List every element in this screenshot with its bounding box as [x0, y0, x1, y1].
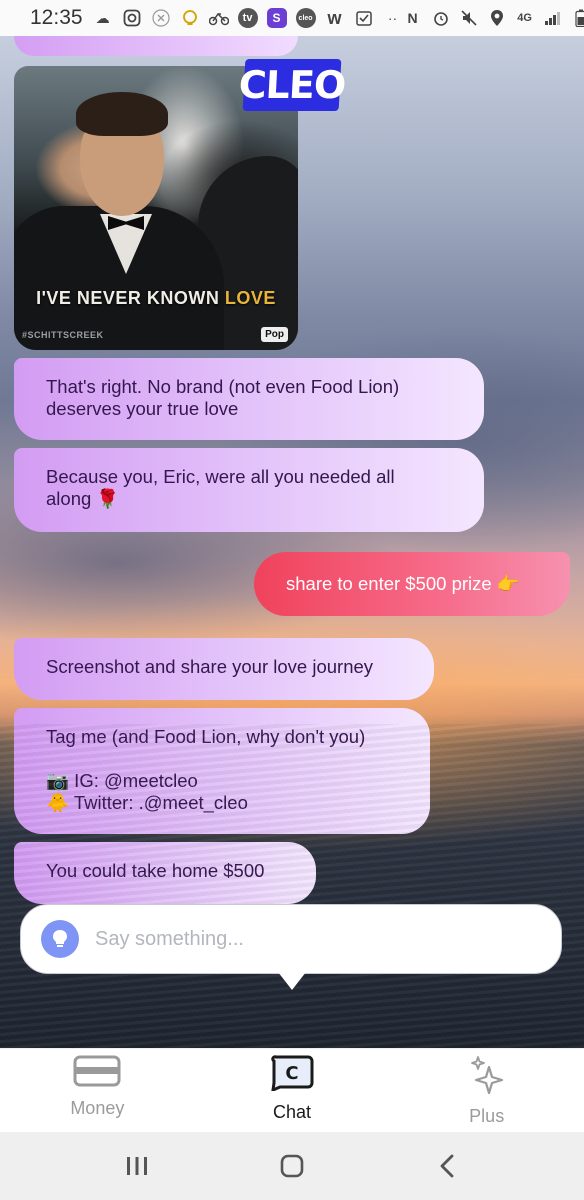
nav-label: Chat [272, 1102, 312, 1122]
user-message-share-button[interactable]: share to enter $500 prize 👉 [254, 552, 570, 616]
message-input[interactable] [95, 927, 515, 951]
gif-caption: I'VE NEVER KNOWN LOVE [14, 288, 298, 309]
bottom-nav: Money C Chat Plus [0, 1048, 584, 1132]
chat-area[interactable]: I'VE NEVER KNOWN LOVE #SCHITTSCREEK Pop … [0, 36, 584, 1048]
nav-item-chat[interactable]: C Chat [195, 1049, 390, 1132]
nav-label: Money [70, 1098, 125, 1118]
cleo-message[interactable]: You could take home $500 [14, 842, 316, 904]
nav-item-money[interactable]: Money [0, 1049, 195, 1132]
cleo-message[interactable]: Because you, Eric, were all you needed a… [14, 448, 484, 532]
message-text: You could take home $500 [46, 860, 265, 881]
cleo-app-icon: cleo [295, 8, 316, 28]
instagram-icon [122, 8, 142, 28]
s-app-icon: S [266, 8, 287, 28]
back-button[interactable] [427, 1146, 467, 1186]
x-circle-icon [151, 8, 171, 28]
nav-item-plus[interactable]: Plus [389, 1049, 584, 1132]
cleo-message[interactable]: Tag me (and Food Lion, why don't you) 📷 … [14, 708, 430, 834]
cleo-message[interactable]: That's right. No brand (not even Food Li… [14, 358, 484, 440]
cloud-icon: ☁ [95, 9, 110, 26]
tv-icon: tv [237, 8, 258, 28]
location-icon [487, 8, 507, 28]
status-time: 12:35 [30, 6, 83, 29]
mute-icon [459, 8, 479, 28]
pop-tv-logo: Pop [261, 327, 288, 342]
gif-caption-accent: LOVE [224, 288, 276, 308]
4g-lte-icon: 4G [517, 12, 532, 24]
message-text: That's right. No brand (not even Food Li… [46, 376, 400, 419]
status-icons-left: ☁ tv S cleo w ·· [93, 8, 403, 28]
cleo-badge: CLEO [238, 59, 346, 111]
message-text: Because you, Eric, were all you needed a… [46, 466, 395, 509]
w-app-icon: w [327, 7, 342, 28]
more-dots-icon: ·· [387, 10, 398, 26]
lightbulb-icon[interactable] [41, 920, 79, 958]
sparkle-icon [469, 1055, 505, 1100]
chat-c-icon: C [270, 1055, 314, 1096]
status-icons-right: N 4G [403, 8, 584, 28]
nav-label: Plus [469, 1106, 505, 1126]
cleo-message[interactable]: Screenshot and share your love journey [14, 638, 434, 700]
message-text: share to enter $500 prize 👉 [286, 573, 520, 594]
recent-apps-button[interactable] [117, 1146, 157, 1186]
svg-text:C: C [285, 1063, 298, 1084]
message-bubble-partial [14, 36, 298, 56]
message-composer[interactable] [20, 904, 562, 974]
gif-hair [76, 92, 168, 136]
status-bar: 12:35 ☁ tv S cleo w ·· N 4G [0, 0, 584, 36]
lightbulb-icon [180, 8, 200, 28]
gif-hashtag: #SCHITTSCREEK [22, 330, 104, 340]
message-text: Screenshot and share your love journey [46, 656, 374, 677]
home-button[interactable] [272, 1146, 312, 1186]
gif-caption-main: I'VE NEVER KNOWN [36, 288, 225, 308]
message-text: Tag me (and Food Lion, why don't you) 📷 … [46, 726, 366, 813]
signal-icon [543, 8, 563, 28]
card-icon [73, 1055, 121, 1092]
bike-icon [208, 8, 229, 28]
system-nav-bar [0, 1132, 584, 1200]
nfc-icon: N [407, 10, 418, 26]
checkbox-icon [354, 8, 374, 28]
battery-icon [571, 8, 584, 28]
alarm-icon [431, 8, 451, 28]
